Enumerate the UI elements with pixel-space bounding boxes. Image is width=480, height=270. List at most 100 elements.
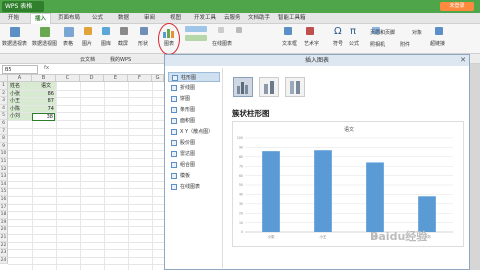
menu-developer[interactable]: 开发工具 — [194, 13, 216, 24]
picture-label[interactable]: 图片 — [82, 40, 92, 47]
table-icon[interactable] — [64, 27, 74, 37]
row-header[interactable]: 19 — [0, 218, 8, 227]
row-header[interactable]: 22 — [0, 241, 8, 250]
row-header[interactable]: 15 — [0, 188, 8, 196]
sparkline-icon[interactable] — [236, 27, 242, 33]
row-header[interactable]: 9 — [0, 142, 8, 151]
percent-column-thumbnail[interactable] — [285, 77, 305, 97]
chart-type-stock[interactable]: 股价图 — [168, 138, 220, 148]
screenshot-icon[interactable] — [120, 27, 128, 35]
cell-b5[interactable]: 38 — [32, 113, 55, 121]
formula-label[interactable]: 公式 — [349, 40, 359, 47]
shapes-icon[interactable] — [140, 27, 148, 35]
cell-a3[interactable]: 小王 — [9, 98, 21, 106]
pivot-chart-label[interactable]: 数据透视图 — [32, 40, 57, 47]
name-box[interactable]: B5 — [2, 65, 38, 74]
col-header-a[interactable]: A — [8, 75, 32, 82]
screenshot-label[interactable]: 截屏 — [118, 40, 128, 47]
chart-type-combo[interactable]: 组合图 — [168, 160, 220, 170]
row-header[interactable]: 12 — [0, 165, 8, 174]
hyperlink-label[interactable]: 超链接 — [430, 40, 445, 47]
chart-type-template[interactable]: 模板 — [168, 171, 220, 181]
gallery-icon[interactable] — [102, 27, 110, 35]
row-header[interactable]: 6 — [0, 120, 8, 128]
cell-b2[interactable]: 86 — [32, 91, 55, 99]
chart-type-radar[interactable]: 雷达图 — [168, 149, 220, 159]
row-header[interactable]: 1 — [0, 82, 8, 90]
wordart-icon[interactable] — [306, 27, 314, 35]
attachment-label[interactable]: 附件 — [400, 41, 410, 48]
wordart-label[interactable]: 艺术字 — [304, 40, 319, 47]
menu-view[interactable]: 视图 — [170, 13, 181, 24]
cloud-doc-link[interactable]: 云文档 — [80, 56, 95, 63]
app-tab[interactable]: WPS 表格 — [2, 1, 44, 12]
row-header[interactable]: 21 — [0, 234, 8, 242]
row-header[interactable]: 16 — [0, 196, 8, 204]
menu-data[interactable]: 数据 — [118, 13, 129, 24]
row-header[interactable]: 3 — [0, 97, 8, 105]
menu-home[interactable]: 开始 — [8, 13, 19, 24]
cell-b3[interactable]: 87 — [32, 98, 55, 106]
menu-cloud[interactable]: 云服务 — [224, 13, 241, 24]
stacked-column-thumbnail[interactable] — [259, 77, 279, 97]
online-chart-icon[interactable] — [218, 27, 224, 33]
menu-formulas[interactable]: 公式 — [92, 13, 103, 24]
close-icon[interactable]: ✕ — [460, 56, 466, 65]
col-header-f[interactable]: F — [128, 75, 152, 82]
textbox-label[interactable]: 文本框 — [282, 40, 297, 47]
chart-type-scatter[interactable]: X Y（散点图） — [168, 127, 220, 137]
spreadsheet[interactable]: A B C D E F G 1 2 3 4 5 6 7 8 9 10 11 12 13 14 15 16 17 1… — [0, 75, 164, 270]
clustered-column-thumbnail[interactable] — [233, 77, 253, 97]
menu-smart-tools[interactable]: 智能工具箱 — [278, 13, 306, 24]
row-header[interactable]: 14 — [0, 180, 8, 189]
chart-quick-icons[interactable] — [185, 26, 207, 32]
gallery-label[interactable]: 图库 — [101, 40, 111, 47]
col-header-d[interactable]: D — [80, 75, 104, 82]
row-header[interactable]: 2 — [0, 89, 8, 98]
cell-a5[interactable]: 小刘 — [9, 113, 21, 121]
row-header[interactable]: 20 — [0, 226, 8, 234]
object-label[interactable]: 对象 — [412, 29, 422, 36]
row-header[interactable]: 10 — [0, 150, 8, 158]
col-header-c[interactable]: C — [56, 75, 80, 82]
menu-review[interactable]: 审阅 — [144, 13, 155, 24]
menu-page-layout[interactable]: 页面布局 — [58, 13, 80, 24]
picture-icon[interactable] — [84, 27, 92, 35]
login-button[interactable]: 未登录 — [440, 2, 474, 11]
row-header[interactable]: 4 — [0, 104, 8, 113]
select-all-corner[interactable] — [0, 75, 8, 82]
symbol-label[interactable]: 符号 — [333, 40, 343, 47]
col-header-b[interactable]: B — [32, 75, 56, 82]
menu-insert[interactable]: 插入 — [30, 13, 52, 24]
pivot-table-icon[interactable] — [10, 27, 20, 37]
menu-doc-helper[interactable]: 文档助手 — [248, 13, 270, 24]
pivot-chart-icon[interactable] — [40, 27, 50, 37]
chart-quick-icons-2[interactable] — [185, 35, 207, 41]
chart-type-column[interactable]: 柱形图 — [168, 72, 220, 82]
cell-b1[interactable]: 语文 — [40, 83, 52, 91]
hyperlink-icon[interactable] — [435, 27, 443, 35]
camera-label[interactable]: 照相机 — [370, 41, 385, 48]
header-footer-label[interactable]: 页眉和页脚 — [370, 29, 395, 36]
cell-a1[interactable]: 姓名 — [9, 83, 21, 91]
row-header[interactable]: 17 — [0, 203, 8, 212]
col-header-g[interactable]: G — [152, 75, 164, 82]
row-header[interactable]: 7 — [0, 127, 8, 136]
row-header[interactable]: 23 — [0, 249, 8, 257]
fx-icon[interactable]: fx — [44, 65, 49, 71]
row-header[interactable]: 8 — [0, 135, 8, 143]
col-header-e[interactable]: E — [104, 75, 128, 82]
textbox-icon[interactable] — [284, 27, 292, 35]
row-header[interactable]: 11 — [0, 158, 8, 166]
shapes-label[interactable]: 形状 — [138, 40, 148, 47]
row-header[interactable]: 18 — [0, 211, 8, 219]
online-chart-label[interactable]: 在线图表 — [212, 40, 232, 47]
pivot-table-label[interactable]: 数据透视表 — [2, 40, 27, 47]
chart-type-online[interactable]: 在线图表 — [168, 182, 220, 192]
chart-type-bar[interactable]: 条形图 — [168, 105, 220, 115]
pi-icon[interactable]: π — [350, 26, 356, 37]
omega-icon[interactable]: Ω — [334, 26, 342, 37]
chart-type-pie[interactable]: 饼图 — [168, 94, 220, 104]
row-header[interactable]: 13 — [0, 173, 8, 181]
my-wps-link[interactable]: 我的WPS — [110, 56, 131, 63]
